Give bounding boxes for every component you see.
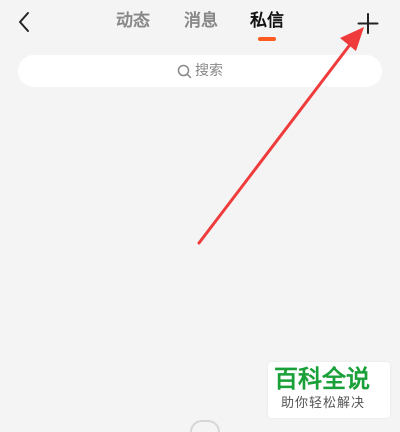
add-button[interactable] (355, 10, 381, 36)
search-content: 搜索 (177, 61, 223, 81)
tab-private-messages[interactable]: 私信 (250, 9, 284, 33)
watermark-title: 百科全说 (274, 365, 370, 393)
search-icon (177, 64, 192, 78)
active-tab-indicator (258, 37, 276, 41)
tab-messages[interactable]: 消息 (184, 9, 218, 33)
top-navigation-bar: 动态 消息 私信 (0, 0, 400, 50)
tab-activity[interactable]: 动态 (116, 9, 150, 33)
tab-bar: 动态 消息 私信 (0, 0, 400, 50)
search-placeholder: 搜索 (195, 63, 223, 79)
search-input[interactable]: 搜索 (18, 55, 382, 87)
bottom-partial-element (190, 420, 220, 432)
watermark-subtitle: 助你轻松解决 (281, 396, 366, 411)
watermark-logo: 百科全说 助你轻松解决 (268, 362, 390, 418)
plus-icon (357, 13, 379, 34)
